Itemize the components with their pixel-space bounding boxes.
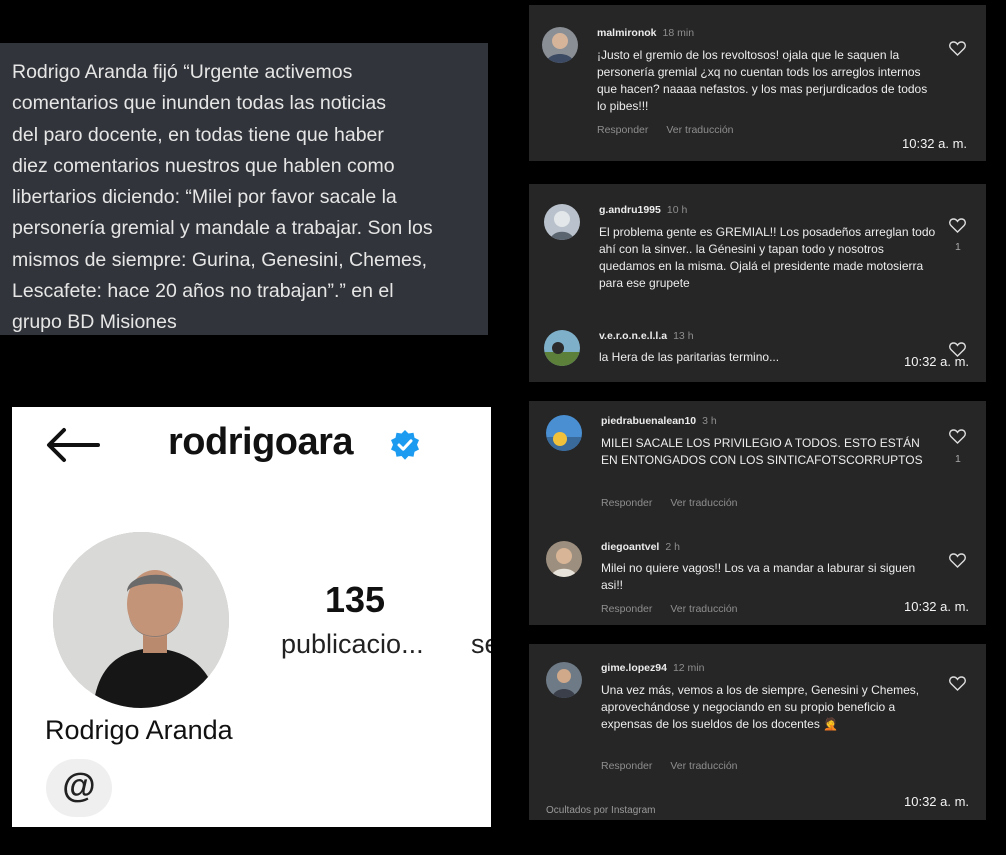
- comment-time: 2 h: [665, 541, 680, 553]
- threads-button[interactable]: @: [46, 759, 112, 817]
- verified-badge-icon: [391, 430, 419, 460]
- comment-panel: gime.lopez94 12 min Una vez más, vemos a …: [529, 644, 986, 820]
- heart-icon[interactable]: [949, 676, 966, 691]
- avatar-image-icon: [546, 541, 582, 577]
- reply-button[interactable]: Responder: [601, 497, 652, 509]
- comment-username[interactable]: piedrabuenalean10 3 h: [601, 415, 717, 427]
- comment-time: 13 h: [673, 330, 694, 342]
- comment-username[interactable]: g.andru1995 10 h: [599, 204, 687, 216]
- reply-button[interactable]: Responder: [597, 124, 648, 136]
- screenshot-timestamp: 10:32 a. m.: [904, 599, 970, 614]
- profile-avatar[interactable]: [53, 532, 229, 708]
- avatar-image-icon: [546, 415, 582, 451]
- comment-text: MILEI SACALE LOS PRIVILEGIO A TODOS. EST…: [601, 436, 923, 467]
- profile-full-name: Rodrigo Aranda: [45, 715, 233, 745]
- user-avatar[interactable]: [544, 204, 580, 240]
- comment-time: 10 h: [666, 204, 688, 216]
- comment-username[interactable]: gime.lopez94 12 min: [601, 662, 704, 674]
- comment-panel: piedrabuenalean10 3 h MILEI SACALE LOS PR…: [529, 401, 986, 625]
- quote-line: libertarios diciendo: “Milei por favor s…: [12, 186, 397, 209]
- profile-username: rodrigoara: [168, 421, 354, 463]
- posts-count: 135: [325, 579, 386, 620]
- next-stat-label: se: [471, 629, 491, 659]
- profile-card: rodrigoara 135 publicacio... se Rodrigo …: [12, 407, 491, 827]
- heart-icon[interactable]: [949, 218, 966, 233]
- heart-icon[interactable]: [949, 553, 966, 568]
- reply-button[interactable]: Responder: [601, 603, 652, 615]
- threads-icon: @: [62, 767, 96, 805]
- quote-line: comentarios que inunden todas las notici…: [12, 92, 386, 115]
- avatar-image-icon: [542, 27, 578, 63]
- comment-text: Milei no quiere vagos!! Los va a mandar …: [601, 561, 916, 592]
- avatar-image-icon: [546, 662, 582, 698]
- comment-text: ¡Justo el gremio de los revoltosos! ojal…: [597, 48, 928, 113]
- comment-actions: Responder Ver traducción: [597, 124, 734, 136]
- quote-line: Lescafete: hace 20 años no trabajan”.” e…: [12, 280, 394, 303]
- back-arrow-icon[interactable]: [44, 427, 100, 463]
- user-avatar[interactable]: [544, 330, 580, 366]
- like-count: 1: [955, 241, 961, 253]
- user-avatar[interactable]: [546, 541, 582, 577]
- quote-line: grupo BD Misiones: [12, 311, 177, 334]
- comment-time: 12 min: [672, 662, 705, 674]
- user-avatar[interactable]: [546, 662, 582, 698]
- comment-username[interactable]: v.e.r.o.n.e.l.l.a 13 h: [599, 330, 694, 342]
- hidden-by-instagram-note[interactable]: Ocultados por Instagram: [546, 805, 656, 816]
- comment-panel: g.andru1995 10 h El problema gente es GRE…: [529, 184, 986, 382]
- comment-actions: Responder Ver traducción: [601, 760, 738, 772]
- quote-box: Rodrigo Aranda fijó “Urgente activemos c…: [0, 43, 488, 335]
- avatar-image-icon: [544, 204, 580, 240]
- avatar-image-icon: [544, 330, 580, 366]
- reply-button[interactable]: Responder: [601, 760, 652, 772]
- person-photo-icon: [53, 532, 229, 708]
- translate-button[interactable]: Ver traducción: [670, 497, 737, 509]
- comment-actions: Responder Ver traducción: [601, 497, 738, 509]
- user-avatar[interactable]: [542, 27, 578, 63]
- posts-label: publicacio...: [281, 629, 424, 659]
- translate-button[interactable]: Ver traducción: [670, 760, 737, 772]
- comment-time: 3 h: [702, 415, 717, 427]
- quote-line: personería gremial y mandale a trabajar.…: [12, 217, 433, 240]
- quote-line: diez comentarios nuestros que hablen com…: [12, 154, 395, 177]
- translate-button[interactable]: Ver traducción: [666, 124, 733, 136]
- comment-username[interactable]: diegoantvel 2 h: [601, 541, 680, 553]
- comment-text: El problema gente es GREMIAL!! Los posad…: [599, 225, 936, 290]
- quote-line: mismos de siempre: Gurina, Genesini, Che…: [12, 248, 428, 271]
- quote-line: del paro docente, en todas tiene que hab…: [12, 123, 384, 146]
- screenshot-timestamp: 10:32 a. m.: [904, 354, 970, 369]
- user-avatar[interactable]: [546, 415, 582, 451]
- comment-text: la Hera de las paritarias termino...: [599, 350, 780, 364]
- screenshot-timestamp: 10:32 a. m.: [902, 136, 968, 151]
- comment-username[interactable]: malmironok 18 min: [597, 27, 694, 39]
- comment-time: 18 min: [662, 27, 695, 39]
- comment-actions: Responder Ver traducción: [601, 603, 738, 615]
- screenshot-timestamp: 10:32 a. m.: [904, 794, 970, 809]
- quote-line: Rodrigo Aranda fijó “Urgente activemos: [12, 61, 353, 83]
- comment-panel: malmironok 18 min ¡Justo el gremio de los…: [529, 5, 986, 161]
- heart-icon[interactable]: [949, 429, 966, 444]
- comment-text: Una vez más, vemos a los de siempre, Gen…: [601, 683, 920, 731]
- heart-icon[interactable]: [949, 41, 966, 56]
- like-count: 1: [955, 453, 961, 465]
- translate-button[interactable]: Ver traducción: [670, 603, 737, 615]
